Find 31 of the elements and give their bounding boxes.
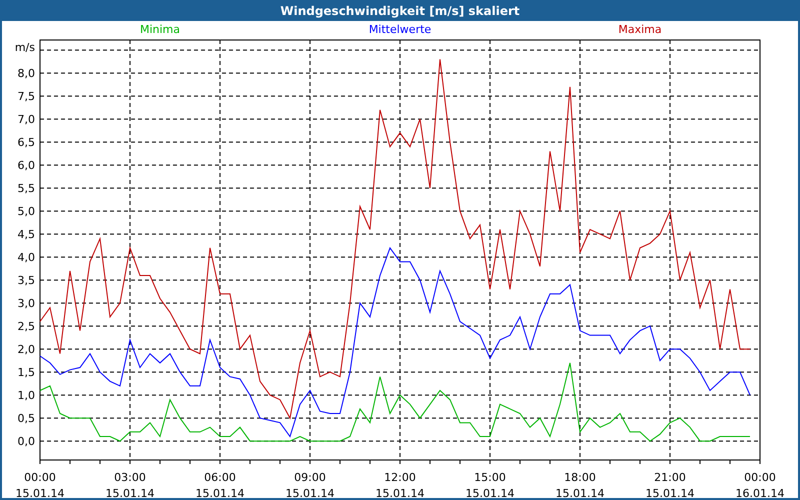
x-tick-label: 00:00 16.01.14 (736, 471, 784, 498)
y-tick-label: 7,0 (18, 113, 35, 126)
x-tick-label: 21:00 15.01.14 (646, 471, 694, 498)
y-tick-label: 1,5 (18, 366, 35, 380)
y-tick-label: 2,5 (18, 320, 35, 334)
x-tick-label: 18:00 15.01.14 (556, 471, 604, 498)
y-tick-label: 0,0 (18, 435, 35, 448)
x-tick-label: 06:00 15.01.14 (196, 471, 244, 498)
legend-label: Maxima (618, 23, 662, 36)
y-tick-label: 5,5 (18, 182, 35, 196)
y-tick-label: 3,0 (18, 297, 35, 310)
y-axis-label: m/s (14, 41, 35, 54)
y-tick-label: 1,0 (18, 389, 35, 402)
y-tick-label: 6,5 (18, 136, 35, 150)
y-tick-label: 5,0 (18, 205, 35, 218)
y-tick-label: 0,5 (18, 412, 35, 426)
y-tick-label: 4,0 (18, 251, 35, 264)
x-tick-label: 03:00 15.01.14 (106, 471, 154, 498)
y-tick-label: 4,5 (18, 228, 35, 242)
y-tick-label: 8,0 (18, 67, 35, 80)
legend-label: Minima (140, 23, 180, 36)
y-tick-label: 2,0 (18, 343, 35, 356)
y-tick-label: 6,0 (18, 159, 35, 172)
legend-label: Mittelwerte (368, 23, 432, 36)
window-title: Windgeschwindigkeit [m/s] skaliert (0, 0, 800, 21)
x-tick-label: 09:00 15.01.14 (286, 471, 334, 498)
y-tick-label: 3,5 (18, 274, 35, 288)
x-tick-label: 00:00 15.01.14 (16, 471, 64, 498)
x-tick-label: 12:00 15.01.14 (376, 471, 424, 498)
x-tick-label: 15:00 15.01.14 (466, 471, 514, 498)
y-tick-label: 7,5 (18, 90, 35, 104)
